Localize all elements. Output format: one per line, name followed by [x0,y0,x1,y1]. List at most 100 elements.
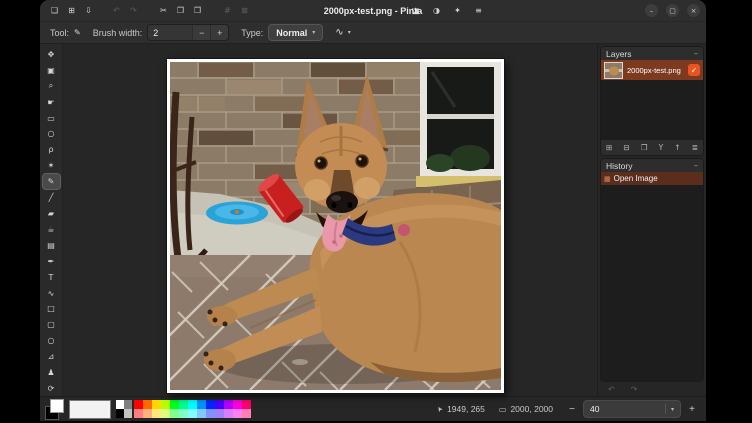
palette-color-swatch[interactable] [188,400,197,409]
merge-layer-down-button[interactable]: Y [659,143,664,152]
adjustments-menu-button[interactable]: ◑ [428,3,445,18]
deselect-button[interactable]: ⊠ [236,3,253,18]
palette-row-2 [134,409,251,418]
copy-button[interactable]: ❐ [172,3,189,18]
tool-zoom[interactable]: ⌕ [43,79,60,94]
open-image-button[interactable]: ⊞ [63,3,80,18]
tool-clone-stamp[interactable]: ♟ [43,365,60,380]
crop-to-selection-button[interactable]: # [219,3,236,18]
palette-color-swatch[interactable] [143,400,152,409]
minimize-button[interactable]: – [645,4,658,17]
tool-text[interactable]: T [43,270,60,285]
palette-color-swatch[interactable] [197,400,206,409]
palette-color-swatch[interactable] [215,400,224,409]
cut-button[interactable]: ✂ [155,3,172,18]
palette-color-swatch[interactable] [224,400,233,409]
gray-swatch[interactable] [124,400,132,409]
main-menu-button[interactable]: ≡ [470,3,487,18]
palette-color-swatch[interactable] [206,400,215,409]
line-style-dropdown[interactable]: ∿ ▾ [335,27,350,38]
palette-color-swatch[interactable] [179,409,188,418]
history-panel-title: History [606,161,632,171]
palette-color-swatch[interactable] [224,409,233,418]
palette-color-swatch[interactable] [134,400,143,409]
move-layer-up-button[interactable]: ↑ [674,143,680,152]
save-button[interactable]: ⇩ [80,3,97,18]
effects-menu-button[interactable]: ✦ [449,3,466,18]
undo-button[interactable]: ↶ [108,3,125,18]
layer-visibility-checkbox[interactable]: ✓ [688,64,700,76]
close-button[interactable]: × [687,4,700,17]
history-undo-button[interactable]: ↶ [608,385,615,394]
tool-palette: ✥▣⌕☛▭○ρ✶✎╱▰☕▤✒T∿□▢○⊿♟⟳ [40,44,63,396]
cursor-position-icon: ➤ [435,404,445,413]
palette-color-swatch[interactable] [143,409,152,418]
palette-color-swatch[interactable] [233,409,242,418]
recent-color-swatch[interactable] [69,400,111,419]
tool-color-picker[interactable]: ✒ [43,254,60,269]
duplicate-layer-button[interactable]: ❐ [641,143,648,152]
tool-freeform-shape[interactable]: ⊿ [43,349,60,364]
redo-button[interactable]: ↷ [125,3,142,18]
palette-color-swatch[interactable] [134,409,143,418]
brush-width-decrease-button[interactable]: − [192,25,210,40]
delete-layer-button[interactable]: ⊟ [623,143,629,152]
palette-color-swatch[interactable] [242,400,251,409]
tool-ellipse-select[interactable]: ○ [43,127,60,142]
history-item[interactable]: ▦ Open Image [601,172,703,185]
color-swatches[interactable] [45,399,66,419]
titlebar-actions: ❏⊞⇩ ↶↷ ✂❐❒ #⊠ [46,3,253,18]
tool-move-selection[interactable]: ✥ [43,47,60,62]
tool-pencil[interactable]: ✎ [43,174,60,189]
zoom-level-combobox[interactable]: 40 ▾ [583,400,681,418]
palette-color-swatch[interactable] [188,409,197,418]
zoom-in-button[interactable]: + [685,402,699,416]
palette-color-swatch[interactable] [152,400,161,409]
zoom-out-button[interactable]: − [565,402,579,416]
history-collapse-button[interactable]: – [694,161,698,170]
gray-swatch[interactable] [116,400,124,409]
paste-button[interactable]: ❒ [189,3,206,18]
tool-paintbrush[interactable]: ╱ [43,190,60,205]
palette-color-swatch[interactable] [161,400,170,409]
brush-width-input[interactable]: 2 [148,25,192,40]
palette-color-swatch[interactable] [152,409,161,418]
tool-rectangle-select[interactable]: ▭ [43,111,60,126]
add-layer-button[interactable]: ⊞ [606,143,612,152]
palette-color-swatch[interactable] [197,409,206,418]
palette-color-swatch[interactable] [170,400,179,409]
tool-pan[interactable]: ☛ [43,95,60,110]
tool-eraser[interactable]: ▰ [43,206,60,221]
palette-color-swatch[interactable] [215,409,224,418]
tool-ellipse[interactable]: ○ [43,333,60,348]
layer-item[interactable]: 2000px-test.png ✓ [601,60,703,80]
primary-color-swatch[interactable] [50,399,64,413]
gray-swatch[interactable] [124,409,132,418]
tool-line-curve[interactable]: ∿ [43,286,60,301]
palette-color-swatch[interactable] [161,409,170,418]
tool-rounded-rectangle[interactable]: ▢ [43,317,60,332]
gray-swatch[interactable] [116,409,124,418]
canvas[interactable] [167,59,504,393]
palette-color-swatch[interactable] [233,400,242,409]
canvas-area [63,44,597,396]
new-image-button[interactable]: ❏ [46,3,63,18]
tool-magic-wand[interactable]: ✶ [43,158,60,173]
tool-move-selected[interactable]: ▣ [43,63,60,78]
tool-rectangle[interactable]: □ [43,302,60,317]
blend-mode-dropdown[interactable]: Normal ▾ [268,24,323,41]
palette-color-swatch[interactable] [206,409,215,418]
tool-recolor[interactable]: ⟳ [43,381,60,396]
tool-lasso-select[interactable]: ρ [43,142,60,157]
maximize-button[interactable]: ▢ [666,4,679,17]
history-redo-button[interactable]: ↷ [631,385,638,394]
brush-width-spinner: 2 − + [147,24,229,41]
palette-color-swatch[interactable] [242,409,251,418]
tool-gradient[interactable]: ▤ [43,238,60,253]
brush-width-increase-button[interactable]: + [210,25,228,40]
layer-properties-button[interactable]: ≣ [692,143,698,152]
tool-paint-bucket[interactable]: ☕ [43,222,60,237]
palette-color-swatch[interactable] [170,409,179,418]
layers-collapse-button[interactable]: – [694,49,698,58]
palette-color-swatch[interactable] [179,400,188,409]
